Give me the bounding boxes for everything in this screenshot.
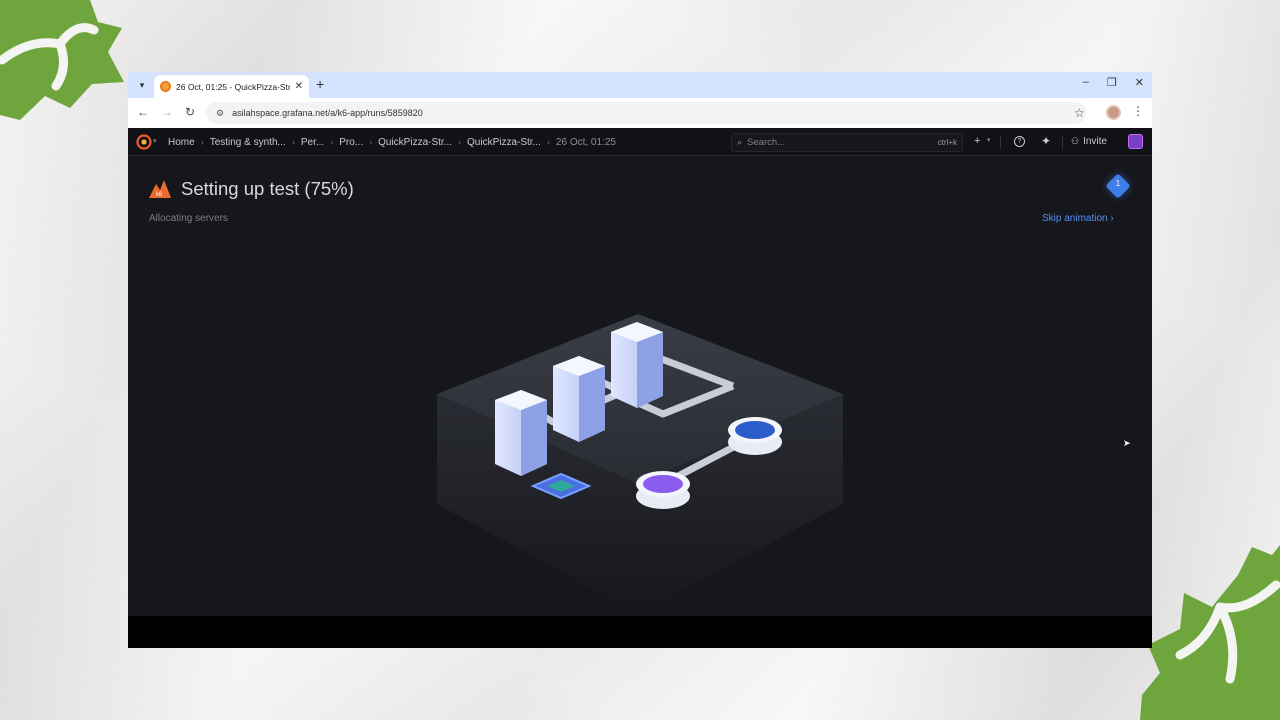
- server-setup-illustration: [437, 314, 843, 614]
- nav-divider: [1062, 136, 1063, 149]
- breadcrumb-current: 26 Oct, 01:25: [555, 136, 616, 148]
- search-placeholder: Search...: [747, 137, 786, 148]
- page-title: Setting up test (75%): [181, 178, 354, 199]
- grafana-top-nav: ▾ Home › Testing & synth... › Per... › P…: [128, 128, 1152, 156]
- add-caret-icon[interactable]: ▾: [987, 136, 991, 144]
- search-icon: ⌕: [737, 137, 743, 147]
- user-plus-icon: ⚇: [1071, 136, 1080, 146]
- breadcrumb-separator-icon: ›: [200, 137, 204, 147]
- assistant-sparkle-icon[interactable]: ✦: [1041, 134, 1051, 148]
- menu-caret-icon[interactable]: ▾: [153, 137, 157, 145]
- breadcrumb-performance[interactable]: Per...: [301, 137, 324, 148]
- breadcrumb-testing[interactable]: Testing & synth...: [210, 137, 286, 148]
- breadcrumb-separator-icon: ›: [458, 137, 462, 147]
- search-shortcut: ctrl+k: [937, 138, 957, 147]
- bottom-bar: [128, 616, 1152, 648]
- breadcrumb-test-run[interactable]: QuickPizza-Str...: [467, 137, 541, 148]
- browser-tab-active[interactable]: 26 Oct, 01:25 - QuickPizza-Stre ✕: [154, 75, 309, 98]
- mouse-cursor-icon: ➤: [1123, 438, 1131, 448]
- forward-arrow-icon[interactable]: →: [161, 105, 173, 119]
- search-input[interactable]: ⌕ Search... ctrl+k: [731, 133, 963, 152]
- breadcrumb-project[interactable]: Pro...: [339, 137, 363, 148]
- new-tab-button[interactable]: +: [316, 76, 324, 92]
- tab-search-chevron-icon[interactable]: ▾: [134, 77, 150, 93]
- notification-count: 1: [1115, 179, 1121, 188]
- profile-avatar[interactable]: [1106, 105, 1121, 120]
- breadcrumb-separator-icon: ›: [369, 137, 373, 147]
- svg-text:k6: k6: [156, 192, 163, 198]
- breadcrumb-test[interactable]: QuickPizza-Str...: [378, 137, 452, 148]
- breadcrumb: Home › Testing & synth... › Per... › Pro…: [168, 128, 616, 156]
- status-text: Allocating servers: [149, 213, 228, 224]
- tab-title: 26 Oct, 01:25 - QuickPizza-Stre: [176, 81, 290, 92]
- maximize-button[interactable]: ❐: [1107, 76, 1117, 89]
- decorative-corner-shape-top-left: [0, 0, 124, 120]
- back-arrow-icon[interactable]: ←: [137, 105, 149, 119]
- close-window-button[interactable]: ✕: [1135, 76, 1144, 89]
- breadcrumb-home[interactable]: Home: [168, 137, 195, 148]
- skip-animation-link[interactable]: Skip animation ›: [1042, 213, 1114, 224]
- minimize-button[interactable]: –: [1083, 76, 1089, 89]
- help-icon[interactable]: ?: [1014, 136, 1025, 147]
- add-new-button[interactable]: +: [974, 135, 980, 147]
- address-bar[interactable]: ⚙ asilahspace.grafana.net/a/k6-app/runs/…: [206, 102, 1086, 124]
- invite-label: Invite: [1083, 136, 1107, 147]
- window-controls: – ❐ ✕: [1083, 76, 1144, 89]
- user-avatar[interactable]: [1128, 134, 1143, 149]
- browser-menu-icon[interactable]: ⋮: [1132, 104, 1144, 118]
- decorative-corner-shape-bottom-right: [1140, 545, 1280, 720]
- url-text: asilahspace.grafana.net/a/k6-app/runs/58…: [232, 108, 423, 118]
- site-info-icon[interactable]: ⚙: [216, 108, 224, 119]
- tab-strip: ▾ 26 Oct, 01:25 - QuickPizza-Stre ✕ + – …: [128, 72, 1152, 98]
- breadcrumb-separator-icon: ›: [546, 137, 550, 147]
- browser-toolbar: ← → ↻ ⚙ asilahspace.grafana.net/a/k6-app…: [128, 98, 1152, 128]
- browser-window: ▾ 26 Oct, 01:25 - QuickPizza-Stre ✕ + – …: [128, 72, 1152, 648]
- reload-icon[interactable]: ↻: [185, 105, 195, 119]
- nav-divider: [1000, 136, 1001, 149]
- main-content: k6 Setting up test (75%) Allocating serv…: [128, 156, 1152, 616]
- k6-logo-icon: k6: [149, 180, 171, 198]
- grafana-favicon-icon: [160, 81, 171, 92]
- breadcrumb-separator-icon: ›: [330, 137, 334, 147]
- grafana-logo-icon[interactable]: [136, 134, 152, 150]
- invite-button[interactable]: ⚇ Invite: [1071, 136, 1107, 147]
- breadcrumb-separator-icon: ›: [291, 137, 295, 147]
- bookmark-star-icon[interactable]: ☆: [1074, 106, 1085, 120]
- tab-close-icon[interactable]: ✕: [295, 81, 303, 92]
